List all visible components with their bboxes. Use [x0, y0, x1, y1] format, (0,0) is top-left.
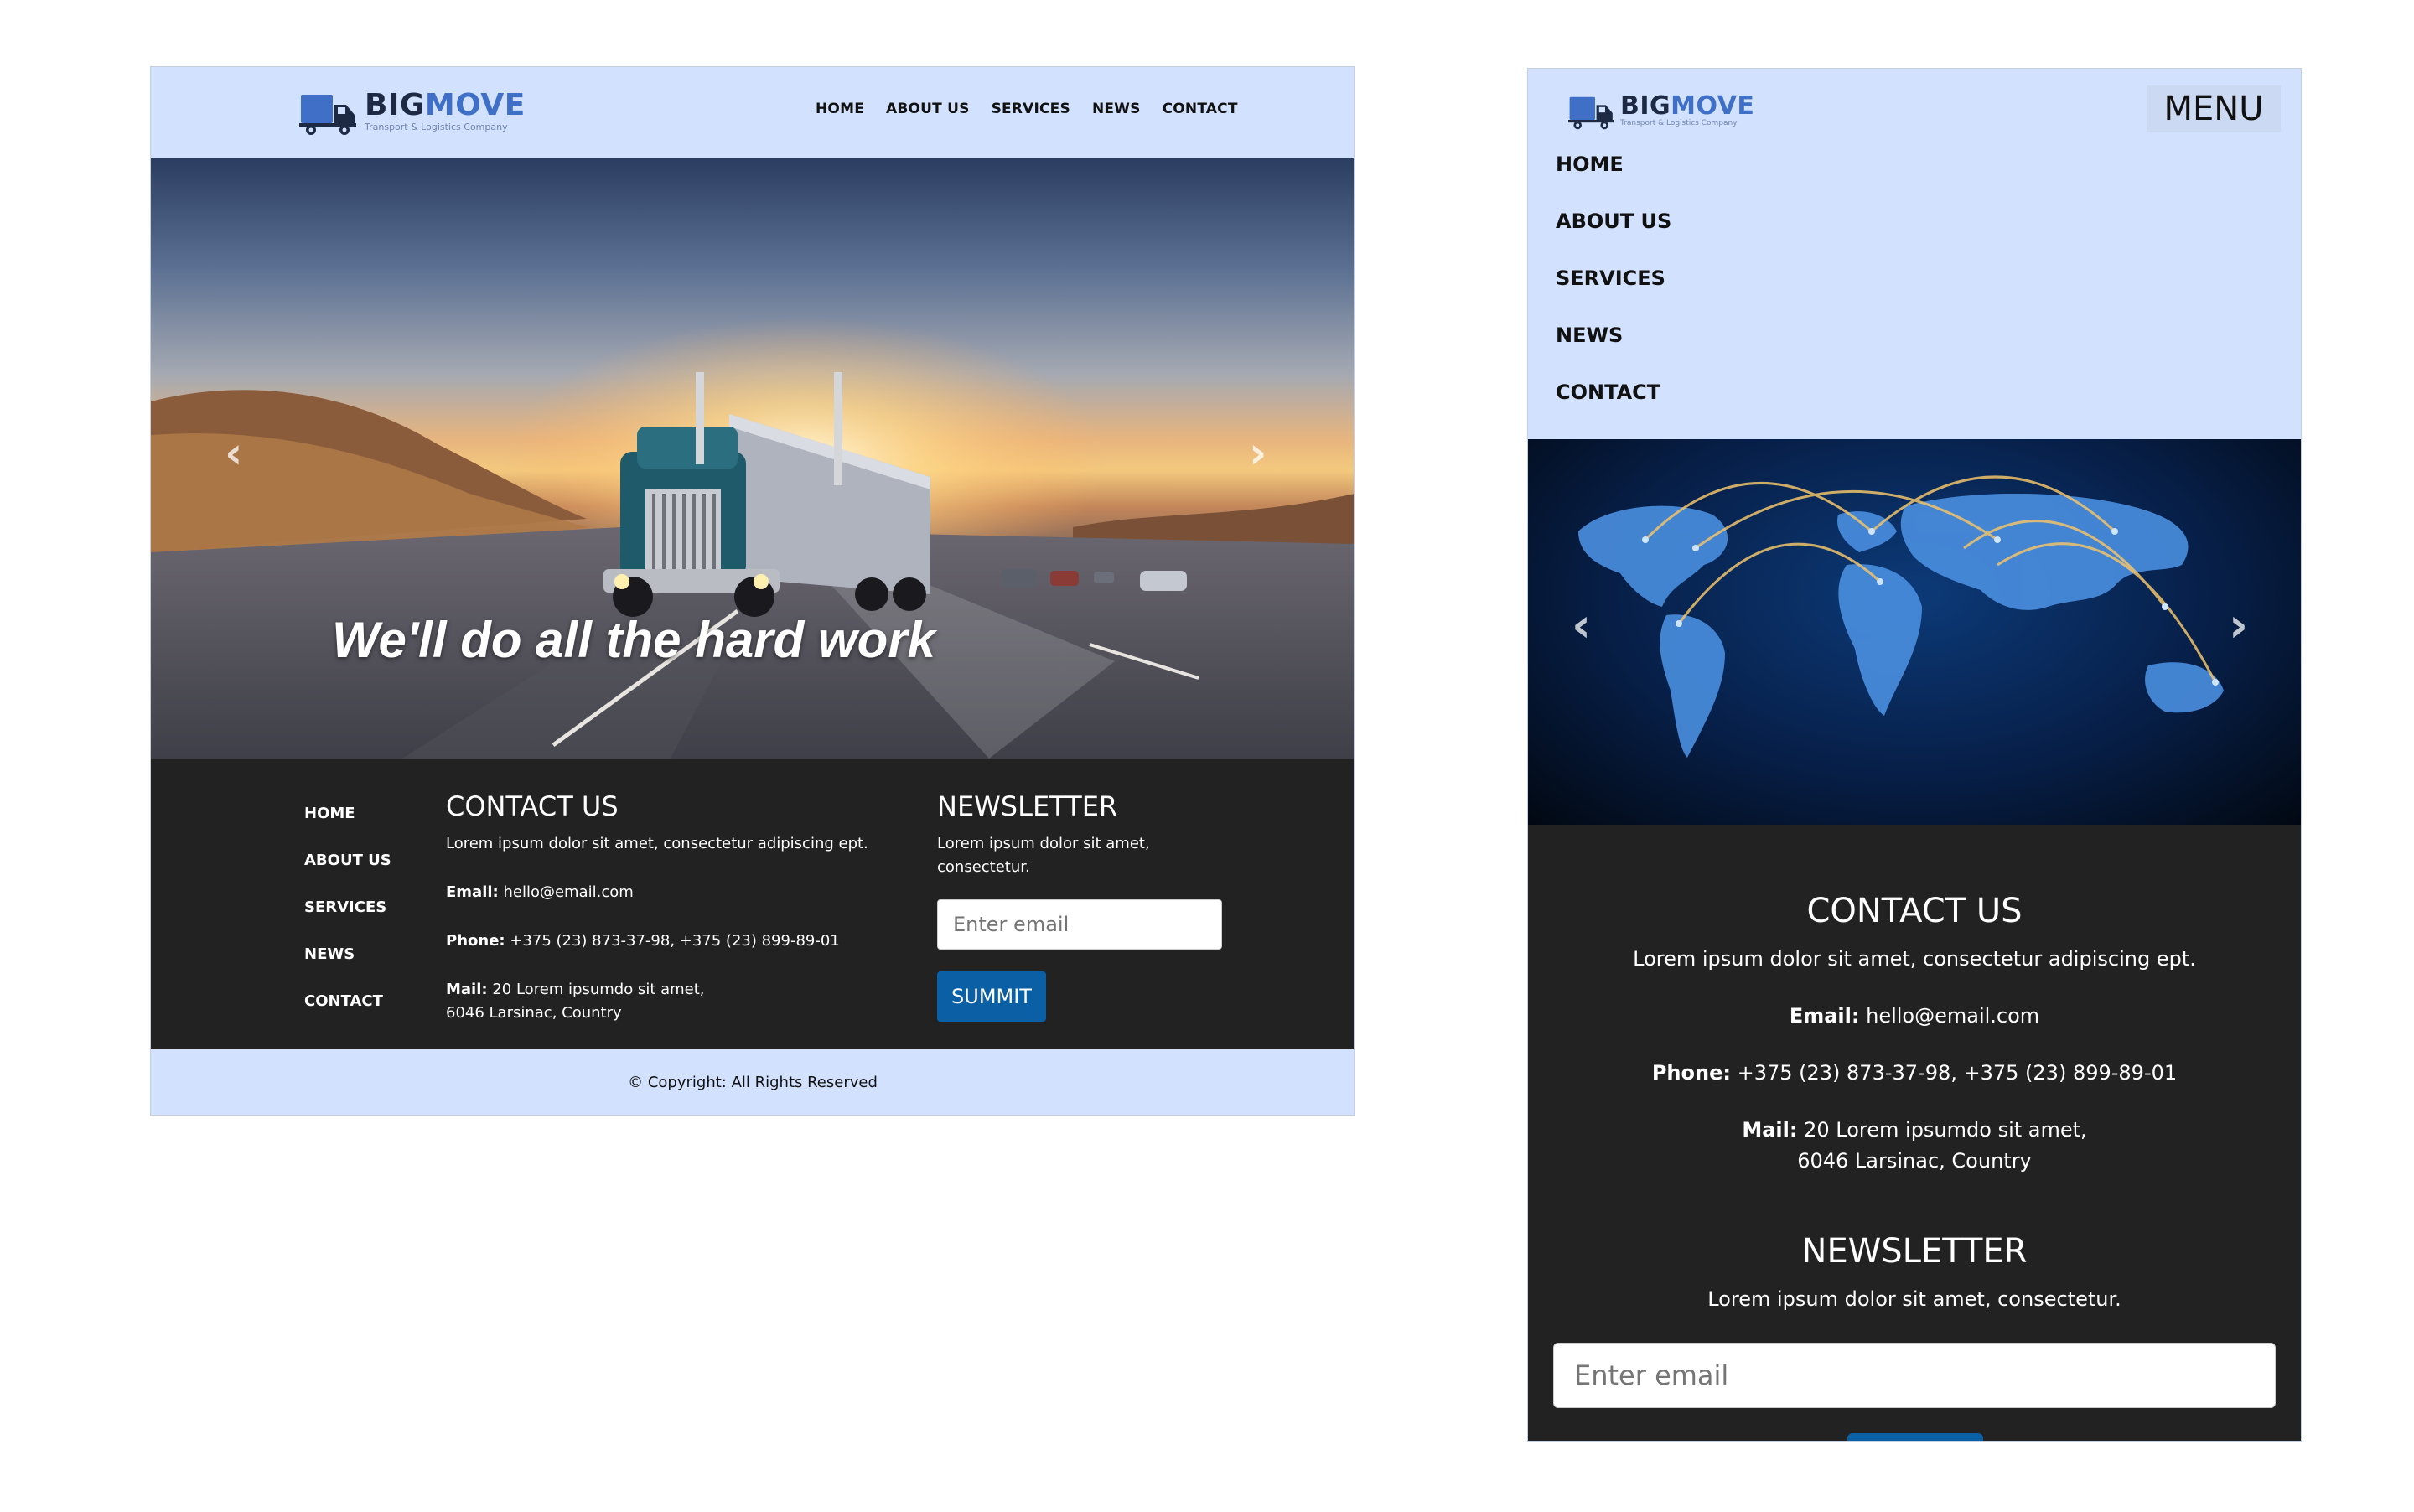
nav-about-us[interactable]: ABOUT US [886, 101, 970, 117]
contact-section: CONTACT US Lorem ipsum dolor sit amet, c… [446, 790, 915, 1050]
mobile-nav-about-us[interactable]: ABOUT US [1556, 210, 1671, 233]
contact-mail: Mail: 20 Lorem ipsumdo sit amet, 6046 Lar… [446, 981, 705, 1022]
mobile-carousel-next-button[interactable]: › [2229, 598, 2248, 653]
truck-logo-icon [1568, 96, 1615, 131]
nav-news[interactable]: NEWS [1092, 101, 1141, 117]
hero-carousel: ‹ › We'll do all the hard work [151, 158, 1354, 759]
contact-phone: Phone: +375 (23) 873-37-98, +375 (23) 89… [1651, 1061, 2178, 1085]
nav-services[interactable]: SERVICES [992, 101, 1070, 117]
mobile-contact-section: CONTACT US Lorem ipsum dolor sit amet, c… [1528, 892, 2301, 1203]
site-footer: HOME ABOUT US SERVICES NEWS CONTACT CONT… [151, 759, 1354, 1050]
truck-logo-icon [299, 93, 358, 137]
carousel-next-button[interactable]: › [1249, 428, 1267, 479]
footer-nav-contact[interactable]: CONTACT [304, 992, 391, 1010]
contact-phone: Phone: +375 (23) 873-37-98, +375 (23) 89… [446, 932, 840, 950]
newsletter-email-input[interactable] [937, 899, 1222, 950]
chevron-right-icon: › [1249, 428, 1267, 479]
contact-email: Email: hello@email.com [446, 883, 634, 901]
footer-nav: HOME ABOUT US SERVICES NEWS CONTACT [304, 805, 391, 1010]
footer-nav-home[interactable]: HOME [304, 805, 391, 822]
menu-toggle-button[interactable]: MENU [2147, 85, 2281, 132]
site-header: BIGMOVE Transport & Logistics Company HO… [151, 67, 1354, 158]
nav-contact[interactable]: CONTACT [1163, 101, 1238, 117]
mobile-nav-home[interactable]: HOME [1556, 153, 1671, 176]
contact-mail: Mail: 20 Lorem ipsumdo sit amet, 6046 Lar… [1742, 1118, 2087, 1173]
mobile-footer: CONTACT US Lorem ipsum dolor sit amet, c… [1528, 825, 2301, 1441]
newsletter-section: NEWSLETTER Lorem ipsum dolor sit amet, co… [937, 790, 1239, 1022]
footer-nav-news[interactable]: NEWS [304, 945, 391, 963]
main-nav: HOME ABOUT US SERVICES NEWS CONTACT [816, 101, 1238, 117]
contact-email: Email: hello@email.com [1789, 1004, 2040, 1028]
chevron-left-icon: ‹ [1572, 598, 1592, 653]
contact-title: CONTACT US [446, 790, 619, 822]
brand-tagline: Transport & Logistics Company [365, 122, 508, 132]
world-network-image [1578, 475, 2224, 758]
desktop-mockup: BIGMOVE Transport & Logistics Company HO… [150, 66, 1355, 1116]
newsletter-intro: Lorem ipsum dolor sit amet, consectetur. [937, 835, 1150, 876]
nav-home[interactable]: HOME [816, 101, 864, 117]
mobile-carousel-prev-button[interactable]: ‹ [1572, 598, 1591, 653]
mobile-mockup: BIGMOVE Transport & Logistics Company ME… [1527, 68, 2302, 1442]
mobile-nav: HOME ABOUT US SERVICES NEWS CONTACT [1556, 153, 1671, 404]
brand-tagline: Transport & Logistics Company [1620, 119, 1738, 127]
mobile-hero-carousel: ‹ › [1528, 439, 2301, 825]
hero-caption: We'll do all the hard work [332, 612, 935, 668]
mobile-newsletter-submit-button[interactable] [1847, 1433, 1983, 1441]
brand-name: BIGMOVE [365, 88, 526, 122]
contact-intro: Lorem ipsum dolor sit amet, consectetur … [1633, 947, 2196, 971]
mobile-newsletter-section: NEWSLETTER Lorem ipsum dolor sit amet, c… [1528, 1232, 2301, 1315]
brand-name: BIGMOVE [1620, 91, 1755, 121]
footer-nav-about-us[interactable]: ABOUT US [304, 852, 391, 869]
mobile-site-logo[interactable]: BIGMOVE Transport & Logistics Company [1568, 94, 1754, 131]
site-logo[interactable]: BIGMOVE Transport & Logistics Company [299, 91, 526, 137]
newsletter-title: NEWSLETTER [1801, 1232, 2028, 1271]
chevron-right-icon: › [2229, 598, 2249, 653]
contact-title: CONTACT US [1806, 892, 2023, 930]
newsletter-submit-button[interactable]: SUMMIT [937, 971, 1046, 1022]
mobile-newsletter-email-input[interactable] [1553, 1343, 2276, 1408]
chevron-left-icon: ‹ [225, 428, 243, 479]
copyright: © Copyright: All Rights Reserved [151, 1049, 1354, 1115]
mobile-nav-contact[interactable]: CONTACT [1556, 381, 1671, 404]
mobile-nav-news[interactable]: NEWS [1556, 324, 1671, 347]
contact-intro: Lorem ipsum dolor sit amet, consectetur … [446, 835, 868, 852]
mobile-nav-services[interactable]: SERVICES [1556, 267, 1671, 290]
carousel-prev-button[interactable]: ‹ [225, 428, 242, 479]
footer-nav-services[interactable]: SERVICES [304, 898, 391, 916]
newsletter-title: NEWSLETTER [937, 790, 1118, 822]
newsletter-intro: Lorem ipsum dolor sit amet, consectetur. [1707, 1287, 2121, 1311]
